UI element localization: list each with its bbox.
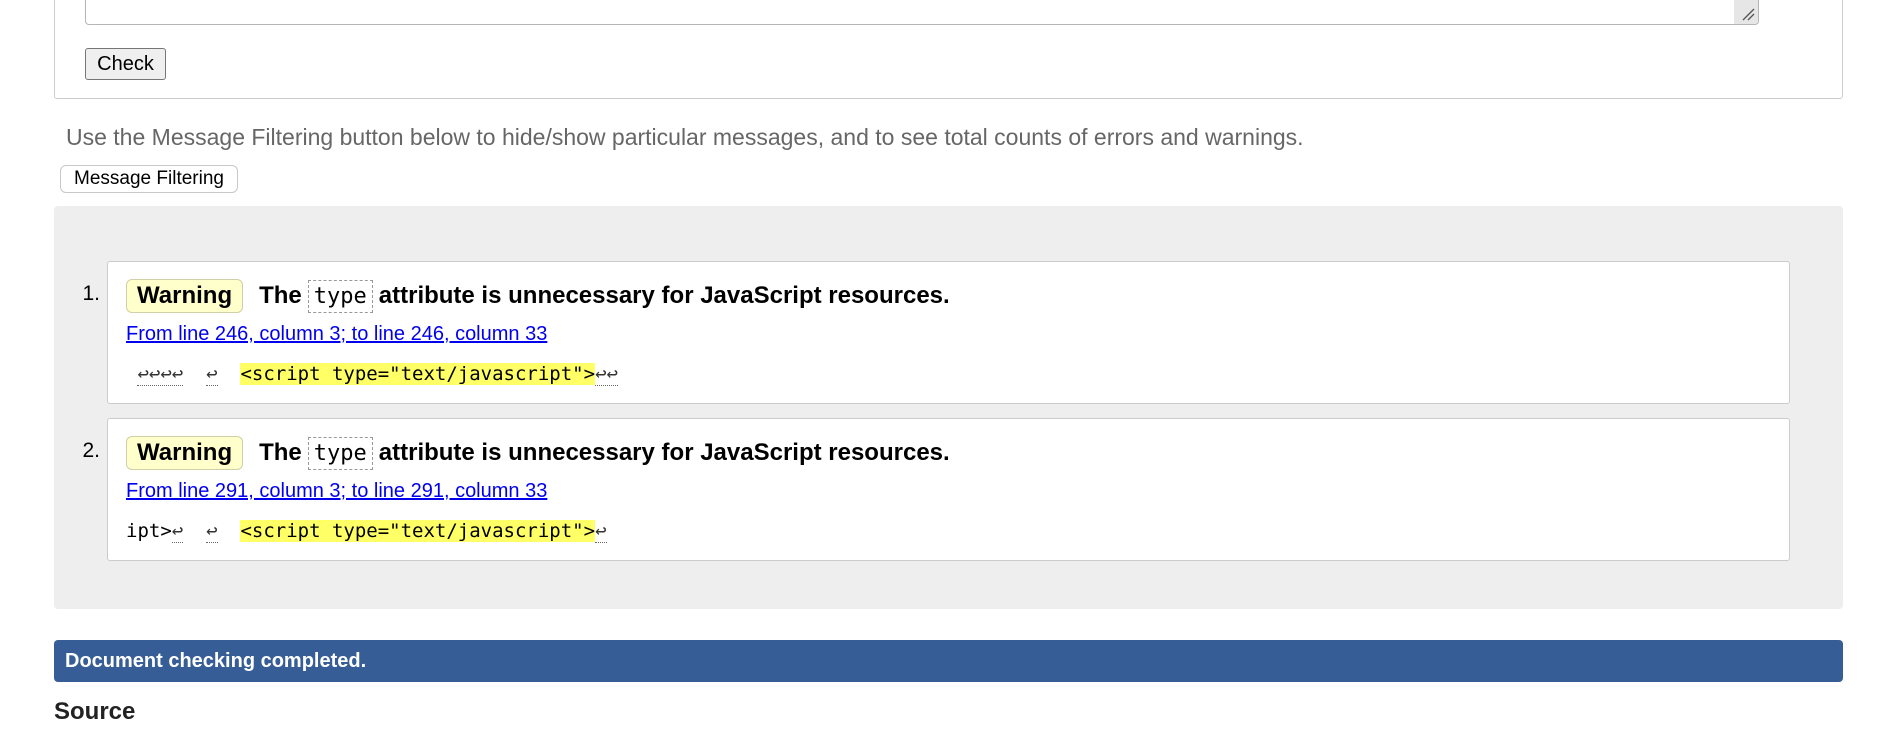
code-extract: ipt>↩ ↩ <script type="text/javascript">↩	[126, 518, 607, 544]
message-number: 2.	[82, 439, 100, 462]
message-location-link[interactable]: From line 246, column 3; to line 246, co…	[126, 323, 547, 346]
results-list: 1. Warning The type attribute is unnecessa…	[54, 206, 1843, 609]
message-code: type	[307, 437, 373, 470]
extract-highlight: <script type="text/javascript">	[240, 520, 596, 542]
message-code: type	[307, 280, 373, 313]
line-feed-marks: ↩↩	[595, 363, 618, 386]
message-text-after: attribute is unnecessary for JavaScript …	[378, 439, 950, 466]
extract-prefix: ipt>	[126, 520, 172, 542]
message-item: Warning The type attribute is unnecessary …	[107, 418, 1790, 561]
check-button[interactable]: Check	[85, 48, 166, 80]
message-text: The type attribute is unnecessary for Java…	[259, 280, 950, 313]
warning-badge: Warning	[126, 279, 244, 313]
line-feed-marks: ↩	[171, 520, 184, 543]
message-filtering-button[interactable]: Message Filtering	[60, 165, 238, 193]
source-textarea[interactable]	[85, 0, 1759, 25]
completion-status-bar: Document checking completed.	[54, 640, 1843, 682]
message-text-before: The	[259, 282, 302, 309]
extract-highlight: <script type="text/javascript">	[240, 363, 596, 385]
check-form: Check	[54, 0, 1843, 99]
message-text-after: attribute is unnecessary for JavaScript …	[378, 282, 950, 309]
warning-badge: Warning	[126, 436, 244, 470]
message-number: 1.	[82, 282, 100, 305]
message-text: The type attribute is unnecessary for Java…	[259, 437, 950, 470]
message-location-link[interactable]: From line 291, column 3; to line 291, co…	[126, 480, 547, 503]
line-feed-marks: ↩	[206, 363, 218, 386]
filter-hint: Use the Message Filtering button below t…	[66, 124, 1304, 150]
code-extract: ↩↩↩↩ ↩ <script type="text/javascript">↩↩	[126, 361, 618, 387]
source-heading: Source	[54, 698, 136, 725]
line-feed-marks: ↩	[595, 520, 607, 543]
resize-handle-icon[interactable]	[1734, 0, 1758, 24]
message-text-before: The	[259, 439, 302, 466]
line-feed-marks: ↩	[206, 520, 218, 543]
line-feed-marks: ↩↩↩↩	[137, 363, 184, 386]
message-item: Warning The type attribute is unnecessary …	[107, 261, 1790, 404]
